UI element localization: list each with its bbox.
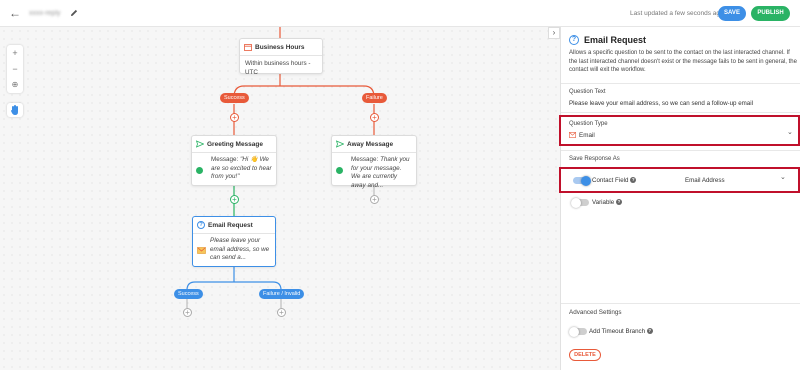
help-icon[interactable]: ?	[646, 328, 653, 335]
contact-field-highlight	[559, 167, 800, 193]
away-message-title: Away Message	[347, 140, 394, 148]
add-step-plus-icon[interactable]: +	[370, 113, 379, 122]
failure-branch-pill[interactable]: Failure	[362, 93, 387, 103]
add-step-plus-icon[interactable]: +	[230, 113, 239, 122]
publish-button[interactable]: PUBLISH	[751, 6, 790, 21]
help-icon[interactable]: ?	[615, 199, 622, 206]
timeout-branch-toggle[interactable]	[569, 326, 587, 337]
panel-title: ? Email Request	[569, 35, 646, 45]
business-hours-body: Within business hours - UTC	[245, 60, 311, 76]
divider	[561, 150, 800, 151]
send-icon	[336, 140, 344, 148]
divider	[561, 112, 800, 113]
business-hours-node[interactable]: Business Hours Within business hours - U…	[239, 38, 323, 76]
greeting-message-node[interactable]: Greeting Message Message: "Hi 👋 We are s…	[191, 135, 277, 186]
greeting-message-title: Greeting Message	[207, 140, 263, 148]
email-request-body: Please leave your email address, so we c…	[193, 234, 275, 266]
away-message-body: Message: Thank you for your message. We …	[332, 153, 416, 193]
delete-button[interactable]: DELETE	[569, 349, 601, 361]
send-icon	[196, 140, 204, 148]
advanced-settings-label: Advanced Settings	[569, 309, 622, 316]
envelope-icon	[197, 247, 206, 254]
question-icon: ?	[569, 35, 579, 45]
business-hours-title: Business Hours	[255, 43, 305, 51]
add-step-plus-icon[interactable]: +	[277, 308, 286, 317]
check-circle-icon	[336, 167, 343, 174]
timeout-branch-label: Add Timeout Branch ?	[589, 328, 653, 335]
email-request-text: Please leave your email address, so we c…	[210, 237, 270, 261]
save-button[interactable]: SAVE	[718, 6, 746, 21]
variable-toggle[interactable]	[571, 197, 589, 208]
question-icon: ?	[197, 221, 205, 229]
email-request-title: Email Request	[208, 221, 253, 229]
success-branch-pill[interactable]: Success	[220, 93, 249, 103]
greeting-message-body: Message: "Hi 👋 We are so excited to hear…	[192, 153, 276, 185]
panel-title-text: Email Request	[584, 35, 647, 45]
add-step-plus-icon[interactable]: +	[183, 308, 192, 317]
calendar-icon	[244, 44, 252, 51]
question-text-label: Question Text	[569, 89, 606, 95]
collapse-panel-chevron-icon[interactable]: ›	[548, 27, 560, 39]
away-message-header: Away Message	[332, 136, 416, 153]
email-request-node[interactable]: ? Email Request Please leave your email …	[192, 216, 276, 267]
divider	[561, 303, 800, 304]
away-message-node[interactable]: Away Message Message: Thank you for your…	[331, 135, 417, 189]
greeting-message-header: Greeting Message	[192, 136, 276, 153]
save-response-label: Save Response As	[569, 156, 620, 162]
divider	[561, 83, 800, 84]
properties-panel: ? Email Request Allows a specific questi…	[560, 27, 800, 370]
add-step-plus-icon[interactable]: +	[230, 195, 239, 204]
email-request-header: ? Email Request	[193, 217, 275, 234]
variable-label: Variable ?	[592, 199, 622, 206]
message-prefix: Message:	[351, 156, 381, 163]
success-branch-pill[interactable]: Success	[174, 289, 203, 299]
panel-description: Allows a specific question to be sent to…	[569, 50, 797, 74]
question-text-value[interactable]: Please leave your email address, so we c…	[569, 100, 753, 107]
business-hours-header: Business Hours	[240, 39, 322, 56]
check-circle-icon	[196, 167, 203, 174]
add-step-plus-icon[interactable]: +	[370, 195, 379, 204]
message-prefix: Message:	[211, 156, 241, 163]
failure-invalid-branch-pill[interactable]: Failure / Invalid	[259, 289, 305, 299]
last-updated-text: Last updated a few seconds ago	[630, 10, 724, 17]
question-type-highlight	[559, 115, 800, 146]
